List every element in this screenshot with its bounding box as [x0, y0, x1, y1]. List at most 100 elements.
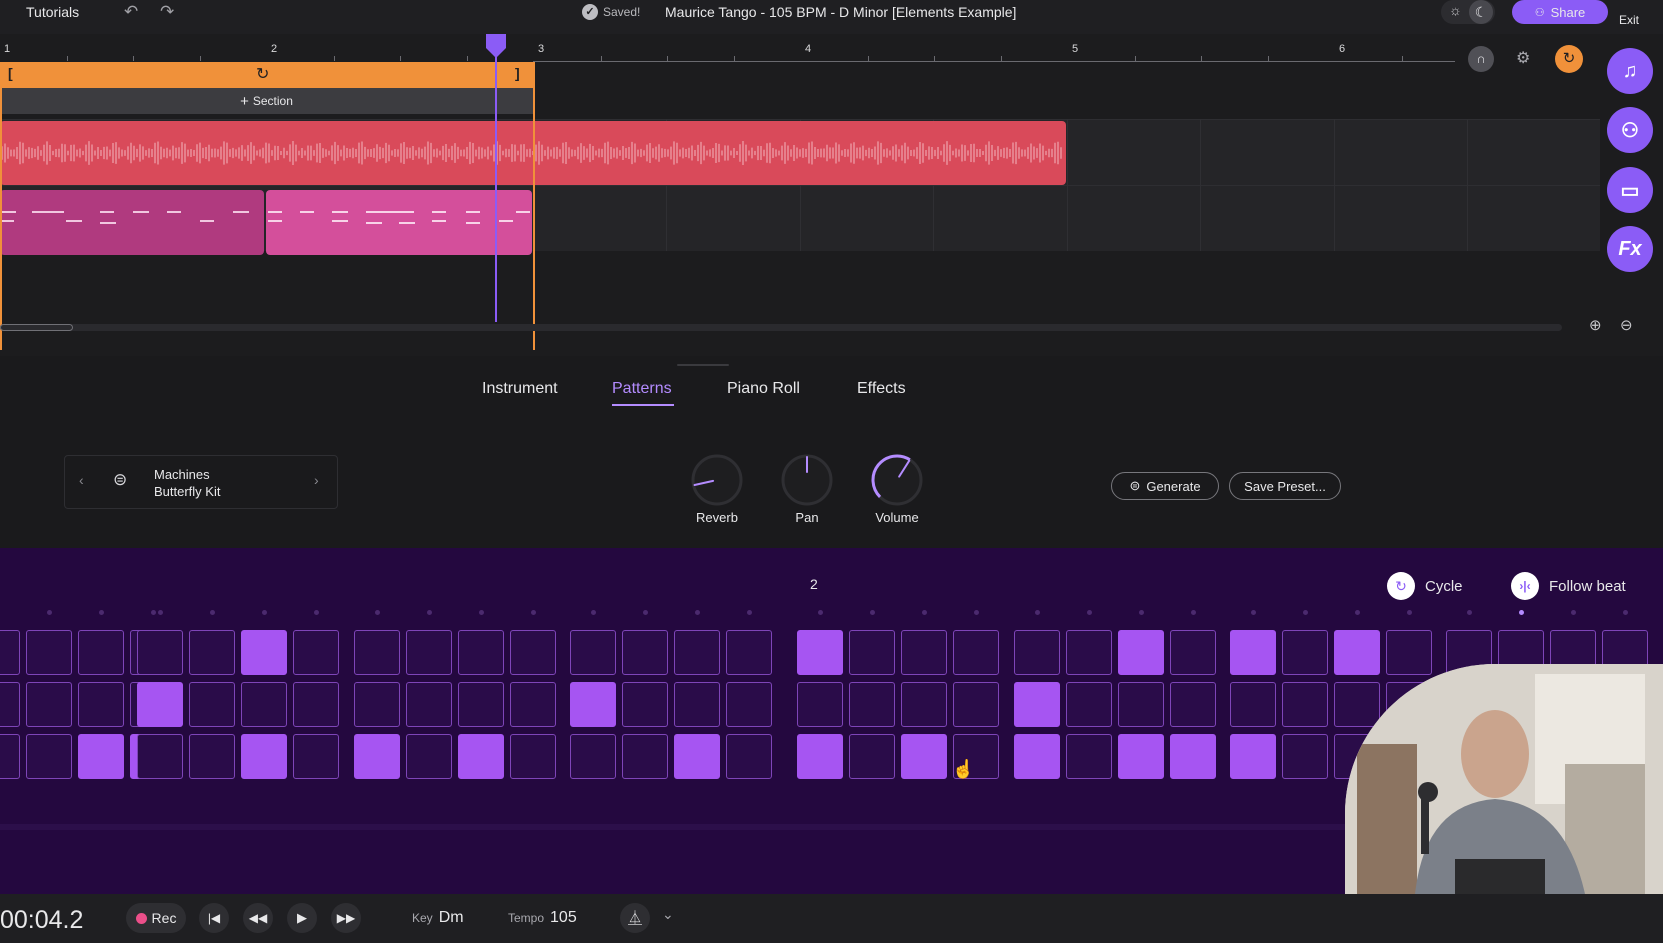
skip-start-icon[interactable]: |◀: [199, 903, 229, 933]
reverb-knob[interactable]: [689, 452, 745, 508]
metronome-icon[interactable]: ⏅: [620, 903, 650, 933]
step-cell[interactable]: [0, 630, 20, 675]
step-cell[interactable]: [241, 734, 287, 779]
step-cell[interactable]: [901, 682, 947, 727]
step-cell[interactable]: [570, 630, 616, 675]
share-button[interactable]: ⚇ Share: [1512, 0, 1608, 24]
undo-icon[interactable]: ↶: [124, 2, 138, 22]
step-cell[interactable]: [674, 734, 720, 779]
music-note-icon[interactable]: ♫: [1607, 48, 1653, 94]
key-selector[interactable]: Key Dm: [412, 909, 464, 927]
midi-clip[interactable]: [266, 190, 532, 255]
chevron-right-icon[interactable]: ›: [314, 472, 319, 488]
tutorials-link[interactable]: Tutorials: [26, 4, 79, 20]
ruler[interactable]: 1 2 3 4 5 6: [0, 34, 1455, 62]
playhead[interactable]: [495, 34, 497, 322]
step-cell[interactable]: [1066, 682, 1112, 727]
fast-forward-icon[interactable]: ▶▶: [331, 903, 361, 933]
step-cell[interactable]: [570, 734, 616, 779]
panel-resize-handle[interactable]: [677, 364, 729, 366]
step-cell[interactable]: [726, 630, 772, 675]
collaborators-icon[interactable]: ⚇: [1607, 107, 1653, 153]
zoom-out-icon[interactable]: ⊖: [1620, 316, 1633, 334]
step-cell[interactable]: [1230, 682, 1276, 727]
pan-knob[interactable]: [779, 452, 835, 508]
kit-selector[interactable]: ‹ ⊜ Machines Butterfly Kit ›: [64, 455, 338, 509]
tempo-selector[interactable]: Tempo 105: [508, 909, 577, 927]
step-cell[interactable]: [189, 630, 235, 675]
add-section-button[interactable]: + Section: [0, 88, 533, 114]
step-cell[interactable]: [797, 682, 843, 727]
loop-start-handle-icon[interactable]: [: [8, 65, 13, 81]
step-cell[interactable]: [293, 734, 339, 779]
step-cell[interactable]: [570, 682, 616, 727]
step-cell[interactable]: [0, 734, 20, 779]
loop-icon[interactable]: ↻: [256, 64, 269, 84]
step-cell[interactable]: [1170, 682, 1216, 727]
project-title[interactable]: Maurice Tango - 105 BPM - D Minor [Eleme…: [665, 4, 1016, 20]
tab-patterns[interactable]: Patterns: [612, 380, 672, 398]
rewind-icon[interactable]: ◀◀: [243, 903, 273, 933]
save-preset-button[interactable]: Save Preset...: [1229, 472, 1341, 500]
step-cell[interactable]: [953, 682, 999, 727]
tab-effects[interactable]: Effects: [857, 380, 906, 398]
chevron-down-icon[interactable]: ⌄: [662, 906, 674, 923]
scroll-thumb[interactable]: [0, 324, 73, 331]
step-cell[interactable]: [1334, 682, 1380, 727]
step-cell[interactable]: [189, 734, 235, 779]
step-cell[interactable]: [726, 734, 772, 779]
step-cell[interactable]: [726, 682, 772, 727]
step-cell[interactable]: [78, 630, 124, 675]
step-cell[interactable]: [1334, 630, 1380, 675]
loop-end-handle-icon[interactable]: ]: [515, 65, 520, 81]
step-cell[interactable]: [1230, 734, 1276, 779]
record-button[interactable]: Rec: [126, 903, 186, 933]
step-cell[interactable]: [797, 630, 843, 675]
step-cell[interactable]: [354, 682, 400, 727]
step-cell[interactable]: [1014, 682, 1060, 727]
tab-instrument[interactable]: Instrument: [482, 380, 558, 398]
tab-piano-roll[interactable]: Piano Roll: [727, 380, 800, 398]
step-cell[interactable]: [293, 682, 339, 727]
step-cell[interactable]: [622, 734, 668, 779]
step-cell[interactable]: [901, 734, 947, 779]
step-cell[interactable]: [137, 734, 183, 779]
step-cell[interactable]: [406, 630, 452, 675]
step-cell[interactable]: [26, 630, 72, 675]
step-cell[interactable]: [674, 682, 720, 727]
gear-icon[interactable]: ⚙: [1516, 48, 1530, 68]
play-icon[interactable]: ▶: [287, 903, 317, 933]
step-cell[interactable]: [674, 630, 720, 675]
fx-icon[interactable]: Fx: [1607, 226, 1653, 272]
step-cell[interactable]: [1230, 630, 1276, 675]
step-cell[interactable]: [1066, 734, 1112, 779]
loop-region[interactable]: [ ↻ ]: [0, 62, 533, 88]
step-cell[interactable]: [241, 682, 287, 727]
chat-icon[interactable]: ▭: [1607, 167, 1653, 213]
step-cell[interactable]: [1282, 734, 1328, 779]
exit-button[interactable]: Exit: [1619, 13, 1639, 27]
step-cell[interactable]: [78, 734, 124, 779]
chevron-left-icon[interactable]: ‹: [79, 472, 84, 488]
midi-clip[interactable]: [0, 190, 264, 255]
step-cell[interactable]: [241, 630, 287, 675]
step-cell[interactable]: [1118, 734, 1164, 779]
step-cell[interactable]: [1282, 682, 1328, 727]
step-cell[interactable]: [1386, 630, 1432, 675]
step-cell[interactable]: [458, 734, 504, 779]
step-cell[interactable]: [510, 734, 556, 779]
step-cell[interactable]: [26, 682, 72, 727]
step-cell[interactable]: [622, 630, 668, 675]
loop-toggle-icon[interactable]: ↻: [1555, 45, 1583, 73]
step-cell[interactable]: [1282, 630, 1328, 675]
horizontal-scrollbar[interactable]: [0, 324, 1562, 331]
step-cell[interactable]: [293, 630, 339, 675]
step-cell[interactable]: [1066, 630, 1112, 675]
step-cell[interactable]: [1118, 682, 1164, 727]
step-cell[interactable]: [0, 682, 20, 727]
step-cell[interactable]: [797, 734, 843, 779]
step-cell[interactable]: [1014, 630, 1060, 675]
step-cell[interactable]: [901, 630, 947, 675]
step-cell[interactable]: [26, 734, 72, 779]
step-cell[interactable]: [849, 734, 895, 779]
